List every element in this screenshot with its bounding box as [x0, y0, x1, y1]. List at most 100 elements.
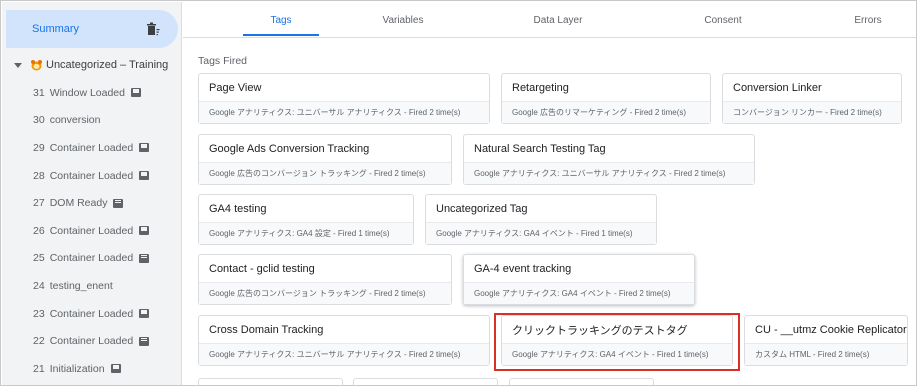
event-item[interactable]: 30 conversion — [2, 107, 181, 135]
sidebar-container-row[interactable]: Uncategorized – Training — [2, 54, 181, 76]
event-number: 23 — [33, 307, 45, 320]
event-label: Container Loaded — [49, 307, 134, 320]
tag-card-partial[interactable] — [509, 378, 654, 385]
event-label: Container Loaded — [49, 335, 134, 348]
tag-meta: Google アナリティクス: GA4 設定 - Fired 1 time(s) — [199, 222, 413, 244]
tag-name: Uncategorized Tag — [436, 203, 528, 215]
tag-meta: Google アナリティクス: ユニバーサル アナリティクス - Fired 2… — [199, 343, 489, 365]
tag-card[interactable]: Natural Search Testing Tag Google アナリティク… — [463, 134, 755, 185]
tag-meta: Google 広告のコンバージョン トラッキング - Fired 2 time(… — [199, 282, 451, 304]
message-icon — [139, 171, 150, 181]
tag-name: Contact - gclid testing — [209, 263, 315, 275]
tag-card[interactable]: Cross Domain Tracking Google アナリティクス: ユニ… — [198, 315, 490, 366]
tag-card-partial[interactable] — [353, 378, 498, 385]
tab-label: Tags — [270, 14, 292, 26]
tag-name: Natural Search Testing Tag — [474, 143, 606, 155]
event-number: 26 — [33, 224, 45, 237]
event-label: conversion — [49, 114, 101, 127]
message-icon — [110, 364, 121, 374]
tab-consent[interactable]: Consent — [683, 2, 763, 38]
event-item[interactable]: 29 Container Loaded — [2, 134, 181, 162]
event-item[interactable]: 21 Initialization — [2, 355, 181, 383]
tab-data-layer[interactable]: Data Layer — [518, 2, 598, 38]
event-number: 30 — [33, 114, 45, 127]
highlight-box — [494, 313, 740, 371]
tag-name: GA-4 event tracking — [474, 263, 572, 275]
tag-card[interactable]: Contact - gclid testing Google 広告のコンバージョ… — [198, 254, 452, 305]
event-item[interactable]: 28 Container Loaded — [2, 162, 181, 190]
tab-label: Variables — [382, 14, 424, 26]
tag-name: Cross Domain Tracking — [209, 324, 324, 336]
tag-card[interactable]: GA4 testing Google アナリティクス: GA4 設定 - Fir… — [198, 194, 414, 245]
tag-card[interactable]: Uncategorized Tag Google アナリティクス: GA4 イベ… — [425, 194, 657, 245]
workspace-icon — [31, 60, 42, 71]
event-number: 25 — [33, 252, 45, 265]
tag-name: Retargeting — [512, 82, 569, 94]
event-label: testing_enent — [49, 279, 113, 292]
tag-assistant-window: Summary Uncategorized – Training 31 Wind… — [0, 0, 917, 386]
tag-meta: Google アナリティクス: ユニバーサル アナリティクス - Fired 2… — [199, 101, 489, 123]
event-number: 22 — [33, 335, 45, 348]
message-icon — [139, 309, 150, 319]
event-label: Window Loaded — [49, 86, 125, 99]
summary-label: Summary — [32, 23, 80, 35]
tag-card[interactable]: Conversion Linker コンバージョン リンカー - Fired 2… — [722, 73, 902, 124]
event-item[interactable]: 27 DOM Ready — [2, 189, 181, 217]
section-title-tags-fired: Tags Fired — [198, 55, 248, 67]
event-label: Container Loaded — [49, 224, 134, 237]
event-number: 24 — [33, 279, 45, 292]
message-icon — [139, 143, 150, 153]
event-number: 28 — [33, 169, 45, 182]
tag-meta: Google 広告のコンバージョン トラッキング - Fired 2 time(… — [199, 162, 451, 184]
tag-meta: Google アナリティクス: GA4 イベント - Fired 2 time(… — [464, 282, 694, 304]
event-number: 27 — [33, 197, 45, 210]
event-number: 21 — [33, 362, 45, 375]
tag-card[interactable]: Page View Google アナリティクス: ユニバーサル アナリティクス… — [198, 73, 490, 124]
event-item[interactable]: 24 testing_enent — [2, 272, 181, 300]
event-item[interactable]: 23 Container Loaded — [2, 300, 181, 328]
event-label: DOM Ready — [49, 197, 108, 210]
tag-name: Google Ads Conversion Tracking — [209, 143, 370, 155]
tag-name: Conversion Linker — [733, 82, 822, 94]
event-item[interactable]: 22 Container Loaded — [2, 327, 181, 355]
event-label: Container Loaded — [49, 141, 134, 154]
tag-card[interactable]: Retargeting Google 広告のリマーケティング - Fired 2… — [501, 73, 711, 124]
message-icon — [139, 226, 150, 236]
tag-meta: Google アナリティクス: GA4 イベント - Fired 1 time(… — [426, 222, 656, 244]
tab-variables[interactable]: Variables — [363, 2, 443, 38]
tag-meta: カスタム HTML - Fired 2 time(s) — [745, 343, 907, 365]
sidebar: Summary Uncategorized – Training 31 Wind… — [2, 2, 182, 385]
tag-name: Page View — [209, 82, 262, 94]
tag-name: GA4 testing — [209, 203, 267, 215]
tag-name: CU - __utmz Cookie Replicator — [755, 324, 907, 336]
event-number: 31 — [33, 86, 45, 99]
tag-card[interactable]: Google Ads Conversion Tracking Google 広告… — [198, 134, 452, 185]
message-icon — [139, 336, 150, 346]
event-number: 29 — [33, 141, 45, 154]
event-item[interactable]: 25 Container Loaded — [2, 245, 181, 273]
event-label: Container Loaded — [49, 169, 134, 182]
active-tab-indicator — [243, 34, 319, 36]
event-list: 31 Window Loaded 30 conversion 29 Contai… — [2, 79, 181, 383]
tab-label: Consent — [704, 14, 742, 26]
tab-tags[interactable]: Tags — [243, 2, 319, 38]
event-label: Container Loaded — [49, 252, 134, 265]
event-item[interactable]: 26 Container Loaded — [2, 217, 181, 245]
event-label: Initialization — [49, 362, 105, 375]
sidebar-item-summary[interactable]: Summary — [6, 10, 178, 48]
message-icon — [139, 253, 150, 263]
message-icon — [131, 88, 141, 98]
caret-down-icon[interactable] — [14, 61, 22, 69]
message-icon — [113, 198, 124, 208]
tab-label: Data Layer — [533, 14, 583, 26]
tag-meta: コンバージョン リンカー - Fired 2 time(s) — [723, 101, 901, 123]
tag-card-partial[interactable] — [198, 378, 343, 385]
container-label: Uncategorized – Training — [46, 59, 169, 71]
tab-label: Errors — [854, 14, 882, 26]
event-item[interactable]: 31 Window Loaded — [2, 79, 181, 107]
tag-card[interactable]: GA-4 event tracking Google アナリティクス: GA4 … — [463, 254, 695, 305]
delete-list-icon[interactable] — [146, 22, 160, 36]
tab-errors[interactable]: Errors — [828, 2, 908, 38]
tab-bar: Tags Variables Data Layer Consent Errors — [183, 2, 916, 38]
tag-card[interactable]: CU - __utmz Cookie Replicator カスタム HTML … — [744, 315, 908, 366]
